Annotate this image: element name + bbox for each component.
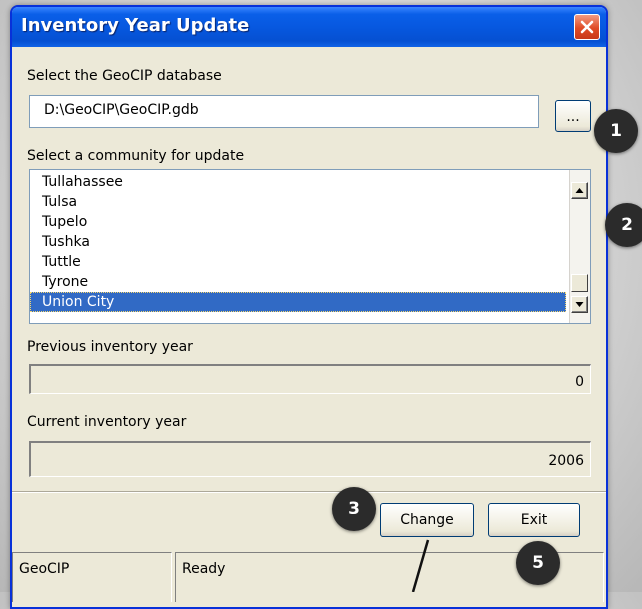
arrow-up-icon <box>575 188 584 193</box>
current-year-value: 2006 <box>548 453 584 469</box>
scroll-down-button[interactable] <box>571 296 588 313</box>
previous-year-label: Previous inventory year <box>27 339 193 355</box>
list-item[interactable]: Tuttle <box>42 252 81 272</box>
previous-year-value: 0 <box>575 374 584 390</box>
scroll-thumb[interactable] <box>571 274 588 292</box>
list-item[interactable]: Tulsa <box>42 192 77 212</box>
list-item[interactable]: Tushka <box>42 232 90 252</box>
browse-button[interactable]: ... <box>555 100 591 132</box>
current-year-field: 2006 <box>29 441 591 477</box>
status-app-pane: GeoCIP <box>12 552 172 602</box>
previous-year-field: 0 <box>29 364 591 394</box>
community-label: Select a community for update <box>27 148 245 164</box>
window-title: Inventory Year Update <box>21 15 250 36</box>
title-bar[interactable]: Inventory Year Update <box>12 7 606 47</box>
callout-badge: 2 <box>605 203 642 247</box>
separator <box>12 491 606 493</box>
list-item-selected[interactable]: Union City <box>30 292 566 312</box>
database-path-value: D:\GeoCIP\GeoCIP.gdb <box>44 102 199 118</box>
callout-badge: 3 <box>332 487 376 531</box>
database-path-field[interactable]: D:\GeoCIP\GeoCIP.gdb <box>29 95 539 128</box>
list-scrollbar[interactable] <box>569 170 590 323</box>
callout-badge: 1 <box>594 109 638 153</box>
scroll-up-button[interactable] <box>571 182 588 199</box>
database-label: Select the GeoCIP database <box>27 68 222 84</box>
list-item[interactable]: Tupelo <box>42 212 87 232</box>
inventory-year-update-window: Inventory Year Update Select the GeoCIP … <box>10 5 608 609</box>
arrow-down-icon <box>575 302 584 307</box>
current-year-label: Current inventory year <box>27 414 187 430</box>
callout-badge: 5 <box>516 541 560 585</box>
close-icon <box>580 20 594 34</box>
exit-button[interactable]: Exit <box>488 503 580 537</box>
close-button[interactable] <box>574 14 600 40</box>
change-button[interactable]: Change <box>380 503 474 537</box>
list-item[interactable]: Tyrone <box>42 272 88 292</box>
community-listbox[interactable]: Tullahassee Tulsa Tupelo Tushka Tuttle T… <box>29 169 591 324</box>
list-item[interactable]: Tullahassee <box>42 172 123 192</box>
